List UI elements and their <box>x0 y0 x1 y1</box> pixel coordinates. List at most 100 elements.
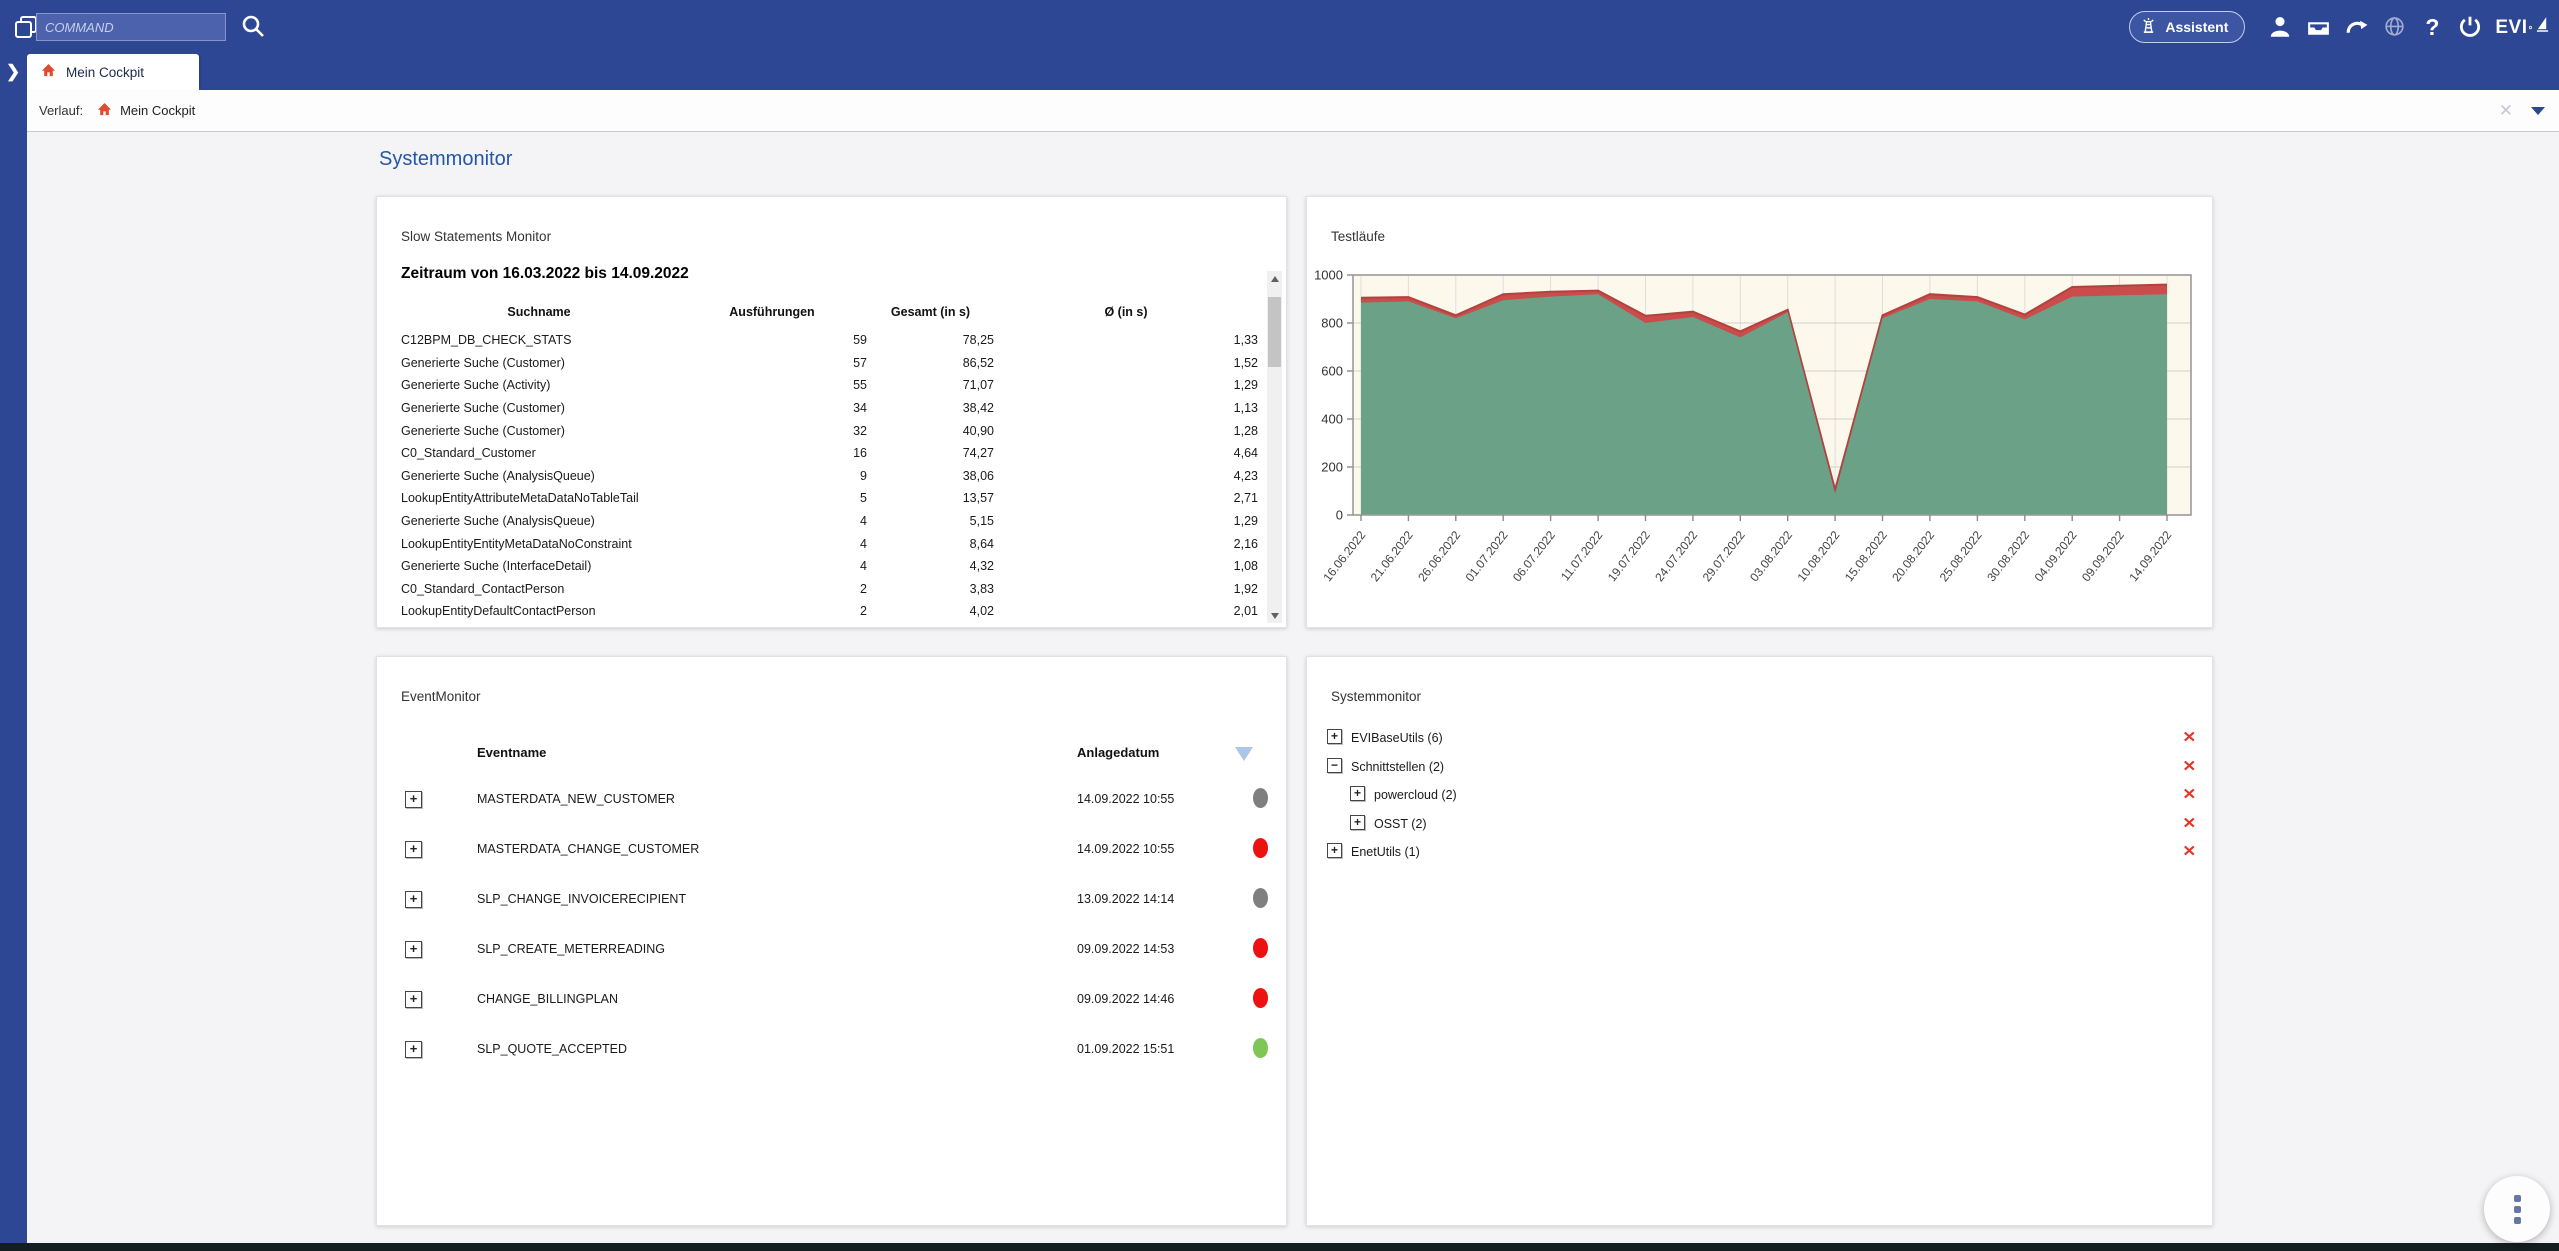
help-icon[interactable]: ? <box>2413 8 2451 46</box>
expand-plus-icon[interactable]: + <box>405 891 422 908</box>
expand-plus-icon[interactable]: + <box>405 841 422 858</box>
table-row[interactable]: C0_Standard_ContactPerson23,831,92 <box>401 578 1258 601</box>
col-eventname: Eventname <box>477 745 546 760</box>
table-row[interactable]: C12BPM_DB_CHECK_STATS5978,251,33 <box>401 329 1258 352</box>
collapse-minus-icon[interactable]: − <box>1327 758 1342 773</box>
delete-x-icon[interactable]: ✕ <box>2183 757 2197 775</box>
event-name: CHANGE_BILLINGPLAN <box>477 992 618 1006</box>
value-cell: 1,33 <box>994 333 1258 347</box>
tree-row[interactable]: + powercloud (2) ✕ <box>1307 780 2212 809</box>
tree-row[interactable]: + EnetUtils (1) ✕ <box>1307 837 2212 866</box>
tree-item-label[interactable]: EVIBaseUtils (6) <box>1351 731 1443 745</box>
tree-row[interactable]: + EVIBaseUtils (6) ✕ <box>1307 723 2212 752</box>
col-anlagedatum[interactable]: Anlagedatum <box>1077 745 1159 760</box>
globe-icon[interactable] <box>2375 8 2413 46</box>
expand-plus-icon[interactable]: + <box>1327 843 1342 858</box>
event-row[interactable]: +MASTERDATA_CHANGE_CUSTOMER14.09.2022 10… <box>377 825 1286 875</box>
expand-plus-icon[interactable]: + <box>1350 815 1365 830</box>
event-row[interactable]: +SLP_QUOTE_ACCEPTED01.09.2022 15:51 <box>377 1025 1286 1075</box>
expand-sidebar-chevron-icon[interactable]: ❯ <box>6 62 20 82</box>
redo-icon[interactable] <box>2337 8 2375 46</box>
event-name: SLP_CHANGE_INVOICERECIPIENT <box>477 892 686 906</box>
svg-text:06.07.2022: 06.07.2022 <box>1510 528 1558 584</box>
svg-text:200: 200 <box>1321 460 1343 475</box>
col-durchschnitt: Ø (in s) <box>994 305 1258 319</box>
table-row[interactable]: Generierte Suche (InterfaceDetail)44,321… <box>401 555 1258 578</box>
table-row[interactable]: Generierte Suche (Customer)5786,521,52 <box>401 352 1258 375</box>
scroll-up-icon[interactable] <box>1267 271 1282 286</box>
scroll-down-icon[interactable] <box>1267 608 1282 623</box>
table-row[interactable]: C0_Standard_Customer1674,274,64 <box>401 442 1258 465</box>
table-row[interactable]: Generierte Suche (Customer)3438,421,13 <box>401 397 1258 420</box>
value-cell: 5 <box>677 491 867 505</box>
tab-mein-cockpit[interactable]: Mein Cockpit <box>27 54 199 90</box>
value-cell: 1,29 <box>994 514 1258 528</box>
testlaeufe-chart-wrap: 0200400600800100016.06.202221.06.202226.… <box>1315 253 2201 613</box>
tree-row[interactable]: −Schnittstellen (2) ✕ <box>1307 752 2212 781</box>
tree-item-label[interactable]: Schnittstellen (2) <box>1351 760 1444 774</box>
delete-x-icon[interactable]: ✕ <box>2183 728 2197 746</box>
history-dropdown-icon[interactable] <box>2531 107 2545 115</box>
delete-x-icon[interactable]: ✕ <box>2183 785 2197 803</box>
table-row[interactable]: LookupEntityDefaultContactPerson24,022,0… <box>401 600 1258 623</box>
table-row[interactable]: Generierte Suche (Customer)3240,901,28 <box>401 419 1258 442</box>
lighthouse-icon <box>2140 16 2157 38</box>
value-cell: 4 <box>677 559 867 573</box>
inbox-icon[interactable] <box>2299 8 2337 46</box>
value-cell: 86,52 <box>867 356 994 370</box>
table-row[interactable]: LookupEntityAttributeMetaDataNoTableTail… <box>401 487 1258 510</box>
tree-item-label[interactable]: EnetUtils (1) <box>1351 845 1420 859</box>
more-actions-button[interactable] <box>2484 1176 2550 1242</box>
expand-plus-icon[interactable]: + <box>1327 729 1342 744</box>
event-row[interactable]: +SLP_CHANGE_INVOICERECIPIENT13.09.2022 1… <box>377 875 1286 925</box>
col-ausfuehrungen: Ausführungen <box>677 305 867 319</box>
sailboat-icon <box>2536 16 2549 33</box>
table-row[interactable]: Generierte Suche (AnalysisQueue)45,151,2… <box>401 510 1258 533</box>
svg-text:29.07.2022: 29.07.2022 <box>1700 528 1748 584</box>
event-name: SLP_QUOTE_ACCEPTED <box>477 1042 627 1056</box>
command-input[interactable] <box>36 13 226 41</box>
sort-descending-icon[interactable] <box>1235 747 1253 761</box>
testlaeufe-title: Testläufe <box>1331 229 1385 244</box>
value-cell: 4 <box>677 537 867 551</box>
tree-item-label[interactable]: powercloud (2) <box>1374 788 1457 802</box>
suchname-cell: Generierte Suche (Activity) <box>401 378 677 392</box>
suchname-cell: Generierte Suche (Customer) <box>401 356 677 370</box>
scrollbar-thumb[interactable] <box>1268 297 1281 367</box>
suchname-cell: Generierte Suche (InterfaceDetail) <box>401 559 677 573</box>
kebab-icon <box>2514 1195 2521 1202</box>
user-icon[interactable] <box>2261 8 2299 46</box>
tree-row[interactable]: + OSST (2) ✕ <box>1307 809 2212 838</box>
value-cell: 1,13 <box>994 401 1258 415</box>
value-cell: 38,42 <box>867 401 994 415</box>
history-close-icon[interactable]: ✕ <box>2499 101 2513 121</box>
history-item-mein-cockpit[interactable]: Mein Cockpit <box>97 102 195 120</box>
expand-plus-icon[interactable]: + <box>1350 786 1365 801</box>
svg-text:30.08.2022: 30.08.2022 <box>1984 528 2032 584</box>
svg-text:09.09.2022: 09.09.2022 <box>2079 528 2127 584</box>
suchname-cell: LookupEntityAttributeMetaDataNoTableTail <box>401 491 677 505</box>
event-row[interactable]: +CHANGE_BILLINGPLAN09.09.2022 14:46 <box>377 975 1286 1025</box>
power-icon[interactable] <box>2451 8 2489 46</box>
expand-plus-icon[interactable]: + <box>405 791 422 808</box>
tree-item-label[interactable]: OSST (2) <box>1374 817 1427 831</box>
assistent-button[interactable]: Assistent <box>2129 11 2245 43</box>
event-row[interactable]: +MASTERDATA_NEW_CUSTOMER14.09.2022 10:55 <box>377 775 1286 825</box>
suchname-cell: LookupEntityDefaultContactPerson <box>401 604 677 618</box>
table-row[interactable]: Generierte Suche (Activity)5571,071,29 <box>401 374 1258 397</box>
expand-plus-icon[interactable]: + <box>405 1041 422 1058</box>
event-name: MASTERDATA_CHANGE_CUSTOMER <box>477 842 699 856</box>
table-row[interactable]: LookupEntityEntityMetaDataNoConstraint48… <box>401 532 1258 555</box>
delete-x-icon[interactable]: ✕ <box>2183 842 2197 860</box>
history-label: Verlauf: <box>39 103 83 118</box>
left-strip: ❯ <box>0 54 27 1243</box>
scrollbar[interactable] <box>1267 271 1282 623</box>
expand-plus-icon[interactable]: + <box>405 991 422 1008</box>
expand-plus-icon[interactable]: + <box>405 941 422 958</box>
search-icon[interactable] <box>238 12 268 42</box>
table-row[interactable]: Generierte Suche (AnalysisQueue)938,064,… <box>401 465 1258 488</box>
systemmonitor-title: Systemmonitor <box>1331 689 1421 704</box>
delete-x-icon[interactable]: ✕ <box>2183 814 2197 832</box>
event-row[interactable]: +SLP_CREATE_METERREADING09.09.2022 14:53 <box>377 925 1286 975</box>
value-cell: 5,15 <box>867 514 994 528</box>
